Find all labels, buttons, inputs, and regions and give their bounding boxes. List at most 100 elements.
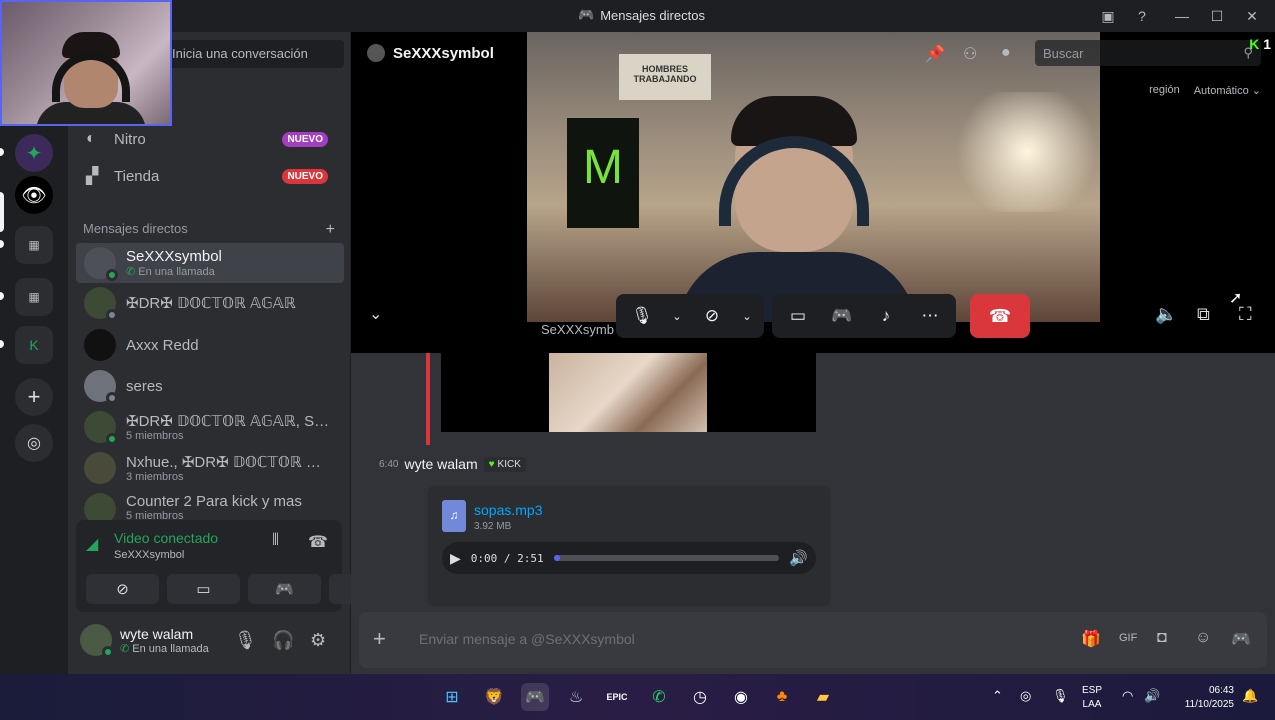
eye-server-icon[interactable]: 👁 [15, 176, 53, 214]
avatar [84, 287, 118, 321]
steam-icon[interactable]: ♨ [562, 683, 590, 711]
gamepad-icon: 🎮 [831, 306, 853, 325]
dm-item[interactable]: Nxhue., ✠DR✠ 𝔻𝕆ℂ𝕋𝕆ℝ 𝔸𝔾... 3 miembros [76, 448, 344, 488]
more-button[interactable]: ⋯ [910, 296, 950, 336]
clock-app-icon[interactable]: ◷ [686, 683, 714, 711]
audio-attachment: ♫ sopas.mp3 3.92 MB ▶ 0:00 / 2:51 🔊 [427, 485, 831, 607]
dm-item[interactable]: ✠DR✠ 𝔻𝕆ℂ𝕋𝕆ℝ 𝔸𝔾𝔸ℝ [76, 283, 344, 323]
play-icon[interactable]: ▶ [450, 550, 461, 567]
server-folder-icon[interactable]: ▦ [15, 278, 53, 316]
guild-tag[interactable]: ♥ KICK [483, 456, 526, 472]
activity-button[interactable]: 🎮 [822, 296, 862, 336]
audio-progress-track[interactable] [553, 555, 780, 561]
profile-icon[interactable]: ● [1001, 44, 1011, 62]
emoji-icon[interactable]: ☺ [1195, 629, 1211, 647]
conversation-search[interactable]: Inicia una conversación [168, 40, 344, 68]
activity-button[interactable]: 🎮 [248, 574, 321, 604]
notification-bell-icon[interactable]: 🔔 [1242, 688, 1258, 704]
window-title: 🎮 Mensajes directos [578, 7, 705, 23]
speaker-icon[interactable]: 🔊 [1144, 688, 1160, 704]
microphone-icon: 🎙 [631, 306, 653, 325]
more-icon: ⋯ [921, 306, 939, 325]
dm-item[interactable]: SeXXXsymbol ✆ En una llamada [76, 243, 344, 283]
screen-share-button[interactable]: ▭ [778, 296, 818, 336]
audio-player: ▶ 0:00 / 2:51 🔊 [442, 542, 816, 574]
message-header: 6:40 wyte walam ♥ KICK [379, 456, 526, 472]
whatsapp-icon[interactable]: ✆ [645, 683, 673, 711]
discover-icon[interactable]: ◎ [15, 424, 53, 462]
start-icon[interactable]: ⊞ [438, 683, 466, 711]
unread-pill [0, 340, 4, 348]
maximize-button[interactable]: ☐ [1205, 0, 1229, 32]
settings-icon[interactable]: ⚙ [310, 630, 326, 651]
kick-server-icon[interactable]: K [15, 326, 53, 364]
microphone-icon[interactable]: 🎙 [234, 630, 257, 651]
obs-icon[interactable]: ◉ [727, 683, 755, 711]
embed-image[interactable] [441, 353, 816, 432]
volume-icon[interactable]: 🔈 [1155, 304, 1177, 325]
help-icon[interactable]: ? [1125, 0, 1159, 32]
user-avatar[interactable] [80, 624, 114, 658]
poster-logo-icon: M [567, 118, 639, 228]
add-server-icon[interactable]: + [15, 378, 53, 416]
discord-taskbar-icon[interactable]: 🎮 [521, 683, 549, 711]
camera-button[interactable]: ⊘ [692, 296, 732, 336]
disconnect-icon[interactable]: ☎ [308, 532, 328, 552]
nitro-icon: ◐ [86, 130, 96, 147]
server-folder-icon[interactable]: ▦ [15, 226, 53, 264]
dm-item[interactable]: seres [76, 366, 344, 406]
remote-video[interactable]: HOMBRES TRABAJANDO M [527, 32, 1100, 322]
camera-off-icon: ⊘ [116, 581, 129, 598]
nav-shop[interactable]: ▞ Tienda NUEVO [76, 157, 342, 195]
mic-options-chevron-icon[interactable]: ⌄ [666, 296, 688, 336]
screen-share-button[interactable]: ▭ [167, 574, 240, 604]
webcam-overlay [0, 0, 172, 126]
dm-item[interactable]: Counter 2 Para kick y mas 5 miembros [76, 489, 344, 521]
signal-icon: ◢ [86, 536, 99, 553]
clock[interactable]: 06:43 11/10/2025 [1172, 684, 1234, 712]
status-online-icon [106, 433, 118, 445]
sticker-icon[interactable]: ◘ [1157, 629, 1167, 647]
hangup-icon: ☎ [988, 305, 1012, 326]
file-explorer-icon[interactable]: ▰ [809, 683, 837, 711]
wifi-icon[interactable]: ◠ [1122, 688, 1133, 704]
close-button[interactable]: ✕ [1229, 0, 1275, 32]
epic-games-icon[interactable]: EPIC [603, 683, 631, 711]
fl-studio-icon[interactable]: ♣ [768, 683, 796, 711]
create-dm-icon[interactable]: + [326, 221, 335, 239]
tray-chevron-icon[interactable]: ⌃ [992, 688, 1003, 704]
attach-plus-icon[interactable]: + [373, 626, 386, 652]
headphones-icon[interactable]: 🎧 [272, 630, 294, 651]
gamepad-icon: 🎮 [275, 581, 294, 598]
chevron-down-icon: ⌄ [1251, 85, 1261, 97]
collapse-chevron-icon[interactable]: ⌄ [369, 304, 382, 324]
popout-icon[interactable]: ⧉ [1197, 304, 1210, 325]
soundboard-button[interactable]: ♪ [866, 296, 906, 336]
language-indicator[interactable]: ESP LAA [1082, 684, 1102, 712]
camera-options-chevron-icon[interactable]: ⌄ [736, 296, 758, 336]
camera-off-button[interactable]: ⊘ [86, 574, 159, 604]
message-input[interactable]: Enviar mensaje a @SeXXXsymbol [419, 631, 635, 647]
volume-icon[interactable]: 🔊 [789, 549, 808, 567]
tray-app-icon[interactable]: ◎ [1020, 688, 1031, 704]
brave-icon[interactable]: 🦁 [480, 683, 508, 711]
tray-mic-icon[interactable]: 🎙 [1052, 688, 1069, 704]
minimize-button[interactable]: — [1159, 0, 1205, 32]
hangup-button[interactable]: ☎ [970, 294, 1030, 338]
window-light [947, 92, 1100, 212]
inbox-icon[interactable]: ▣ [1091, 0, 1125, 32]
search-input[interactable]: Buscar ⚲ [1035, 40, 1261, 66]
dm-item[interactable]: ✠DR✠ 𝔻𝕆ℂ𝕋𝕆ℝ 𝔸𝔾𝔸ℝ, SeX... 5 miembros [76, 407, 344, 447]
gif-icon[interactable]: GIF [1119, 632, 1137, 644]
server-icon[interactable]: ✦ [15, 134, 53, 172]
gift-icon[interactable]: 🎁 [1081, 629, 1101, 649]
phone-icon: ✆ [120, 642, 130, 655]
new-badge: NUEVO [282, 169, 328, 184]
pin-icon[interactable]: 📌 [925, 44, 945, 64]
microphone-button[interactable]: 🎙 [622, 296, 662, 336]
apps-gamepad-icon[interactable]: 🎮 [1231, 629, 1251, 649]
add-friend-icon[interactable]: ⚇ [963, 44, 977, 64]
region-selector[interactable]: región Automático ⌄ [1149, 84, 1261, 97]
dm-item[interactable]: Axxx Redd [76, 325, 344, 365]
noise-suppression-icon[interactable]: ⦀ [272, 532, 279, 550]
